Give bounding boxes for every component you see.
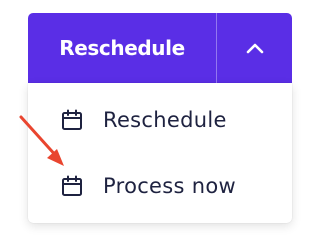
reschedule-button-label: Reschedule bbox=[59, 36, 185, 60]
menu-item-reschedule[interactable]: Reschedule bbox=[28, 89, 292, 151]
screenshot-stage: Reschedule Reschedule Process now bbox=[0, 0, 306, 240]
reschedule-button[interactable]: Reschedule bbox=[28, 13, 216, 83]
menu-item-process-now[interactable]: Process now bbox=[28, 155, 292, 217]
dropdown-toggle-button[interactable] bbox=[217, 13, 292, 83]
chevron-up-icon bbox=[246, 43, 263, 54]
split-button: Reschedule bbox=[28, 13, 292, 83]
calendar-icon bbox=[61, 175, 83, 197]
calendar-icon bbox=[61, 109, 83, 131]
dropdown-menu: Reschedule Process now bbox=[28, 83, 292, 223]
menu-item-label: Reschedule bbox=[103, 108, 227, 132]
menu-item-label: Process now bbox=[103, 174, 236, 198]
